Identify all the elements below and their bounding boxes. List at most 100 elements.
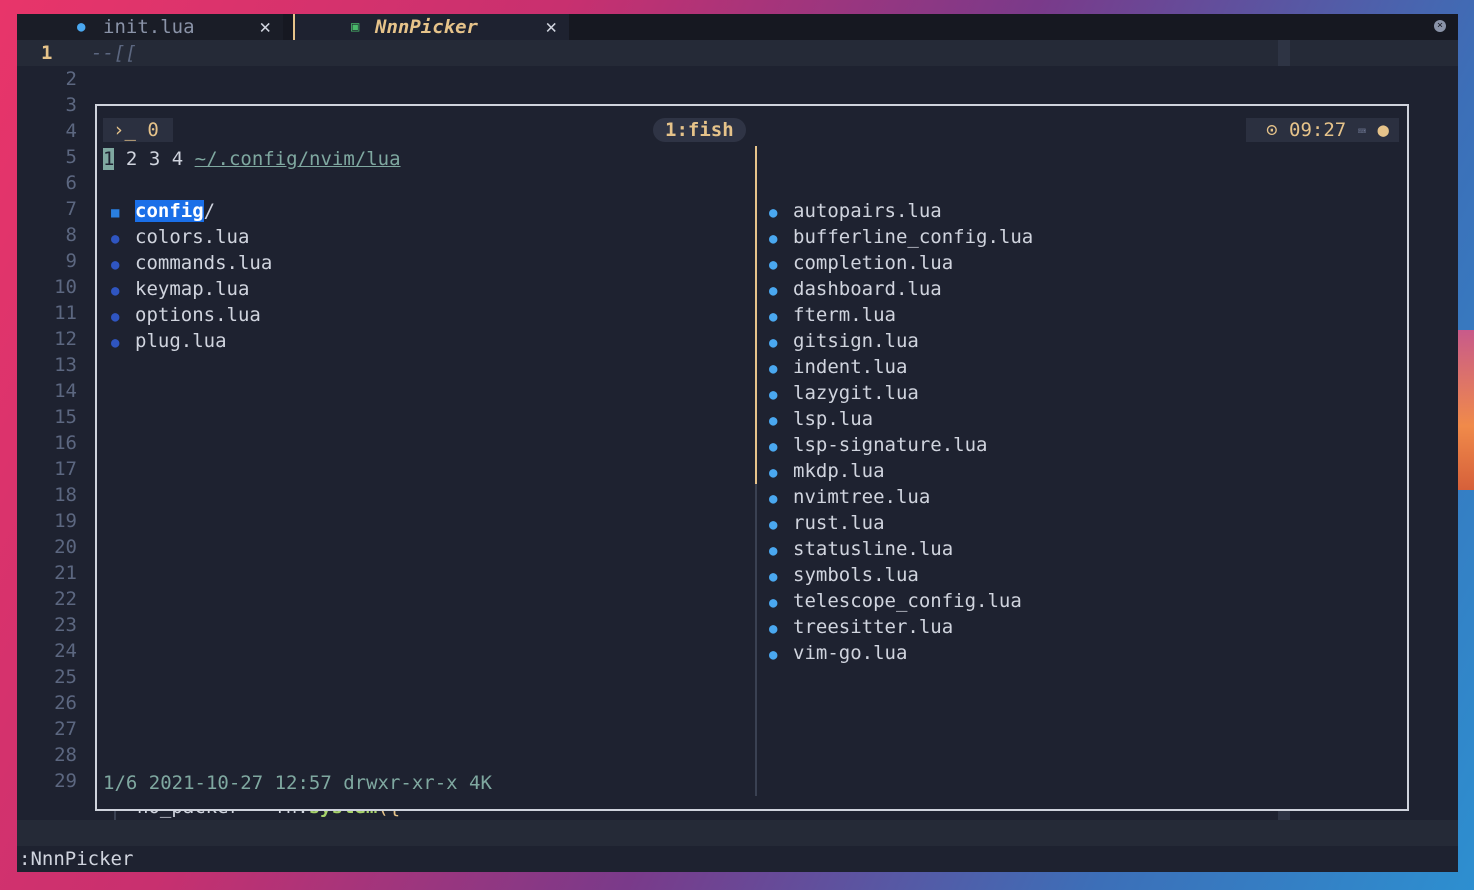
folder-icon: ■ [111, 205, 120, 221]
context-tab[interactable]: 3 [149, 148, 160, 170]
lua-icon: ● [769, 387, 778, 403]
lua-icon: ● [769, 283, 778, 299]
line-number: 11 [54, 302, 77, 324]
file-name: colors.lua [135, 226, 250, 248]
file-entry[interactable]: ● keymap.lua [111, 276, 249, 302]
line-number: 4 [65, 120, 77, 142]
statusline [17, 820, 1458, 846]
file-name: fterm.lua [793, 304, 896, 326]
lua-icon: ● [769, 231, 778, 247]
code-line: --[[ [91, 42, 137, 64]
line-number: 8 [65, 224, 77, 246]
lua-icon: ● [769, 491, 778, 507]
line-number: 28 [54, 744, 77, 766]
file-name: symbols.lua [793, 564, 919, 586]
nnn-status: 1/6 2021-10-27 12:57 drwxr-xr-x 4K [103, 772, 492, 794]
line-number: 15 [54, 406, 77, 428]
line-number: 27 [54, 718, 77, 740]
keyboard-icon: ⌨ [1357, 124, 1367, 140]
tab-init-lua[interactable]: ● init.lua ✕ [17, 14, 283, 40]
preview-entry: ● nvimtree.lua [769, 484, 930, 510]
file-name: bufferline_config.lua [793, 226, 1034, 248]
file-name: autopairs.lua [793, 200, 942, 222]
nnn-left-pane[interactable]: 1 2 3 4 ~/.config/nvim/lua ■ config/ ● colo… [103, 146, 753, 796]
lua-icon: ● [769, 361, 778, 377]
file-entry[interactable]: ● commands.lua [111, 250, 272, 276]
file-entry[interactable]: ● options.lua [111, 302, 261, 328]
session-index: 0 [147, 119, 159, 141]
context-tab[interactable]: 1 [103, 148, 115, 170]
file-name: gitsign.lua [793, 330, 919, 352]
file-name: vim-go.lua [793, 642, 908, 664]
file-entry[interactable]: ■ config/ [111, 198, 215, 224]
color-column [1278, 40, 1290, 66]
preview-entry: ● indent.lua [769, 354, 907, 380]
lua-icon: ● [769, 621, 778, 637]
context-bar: 1 2 3 4 ~/.config/nvim/lua [103, 146, 401, 172]
line-number: 13 [54, 354, 77, 376]
lua-icon: ● [769, 517, 778, 533]
tab-label: NnnPicker [375, 16, 478, 38]
line-number: 21 [54, 562, 77, 584]
line-number: 26 [54, 692, 77, 714]
line-number: 5 [65, 146, 77, 168]
file-name: nvimtree.lua [793, 486, 931, 508]
close-icon[interactable]: ✕ [546, 14, 557, 40]
command-line[interactable]: :NnnPicker [19, 846, 133, 872]
file-name: keymap.lua [135, 278, 250, 300]
time: 09:27 [1289, 119, 1347, 141]
tab-nnnpicker[interactable]: ▣ NnnPicker ✕ [295, 14, 569, 40]
line-number: 23 [54, 614, 77, 636]
file-name: commands.lua [135, 252, 273, 274]
lua-icon: ● [111, 283, 120, 299]
context-tab[interactable]: 2 [126, 148, 137, 170]
preview-entry: ● lsp.lua [769, 406, 873, 432]
close-window-icon[interactable]: × [1434, 20, 1446, 32]
preview-entry: ● treesitter.lua [769, 614, 953, 640]
preview-entry: ● bufferline_config.lua [769, 224, 1033, 250]
tab-label: init.lua [103, 16, 195, 38]
neovim-window: ● init.lua ✕ ▣ NnnPicker ✕ × 1 --[[ 2345… [17, 14, 1458, 872]
line-number: 7 [65, 198, 77, 220]
lua-icon: ● [111, 309, 120, 325]
terminal-icon: ▣ [351, 19, 360, 35]
prompt-icon: ›_ [113, 119, 136, 141]
line-number: 12 [54, 328, 77, 350]
tmux-status-bar: ›_ 0 1:fish ⊙ 09:27 ⌨ ● [103, 118, 1399, 142]
lua-icon: ● [769, 439, 778, 455]
file-entry[interactable]: ● colors.lua [111, 224, 249, 250]
file-name: telescope_config.lua [793, 590, 1022, 612]
line-number: 17 [54, 458, 77, 480]
lua-icon: ● [769, 335, 778, 351]
pane-divider-active [755, 146, 757, 484]
line-number: 18 [54, 484, 77, 506]
mouse-icon: ● [1377, 119, 1389, 141]
file-entry[interactable]: ● plug.lua [111, 328, 227, 354]
line-number: 6 [65, 172, 77, 194]
preview-entry: ● completion.lua [769, 250, 953, 276]
dir-suffix: / [203, 200, 216, 222]
lua-icon: ● [769, 309, 778, 325]
file-name: options.lua [135, 304, 261, 326]
line-number: 10 [54, 276, 77, 298]
file-name: treesitter.lua [793, 616, 954, 638]
line-number: 29 [54, 770, 77, 792]
tabline: ● init.lua ✕ ▣ NnnPicker ✕ × [17, 14, 1458, 40]
context-tab[interactable]: 4 [172, 148, 183, 170]
tmux-session: ›_ 0 [103, 118, 173, 142]
floating-terminal[interactable]: ›_ 0 1:fish ⊙ 09:27 ⌨ ● 1 2 3 4 ~/.confi… [95, 104, 1409, 811]
line-number: 25 [54, 666, 77, 688]
preview-entry: ● gitsign.lua [769, 328, 919, 354]
lua-icon: ● [769, 543, 778, 559]
line-number: 9 [65, 250, 77, 272]
file-name: lsp-signature.lua [793, 434, 988, 456]
tmux-window[interactable]: 1:fish [653, 118, 746, 142]
preview-entry: ● lazygit.lua [769, 380, 919, 406]
preview-entry: ● rust.lua [769, 510, 885, 536]
line-number: 24 [54, 640, 77, 662]
line-number: 14 [54, 380, 77, 402]
lua-icon: ● [769, 465, 778, 481]
editor-area[interactable]: 1 --[[ 2 3 4 5 6 7 8 9 10 11 12 13 14 15 16 17 18 19 20 21 2… [17, 40, 1458, 820]
close-icon[interactable]: ✕ [260, 14, 271, 40]
preview-entry: ● fterm.lua [769, 302, 896, 328]
